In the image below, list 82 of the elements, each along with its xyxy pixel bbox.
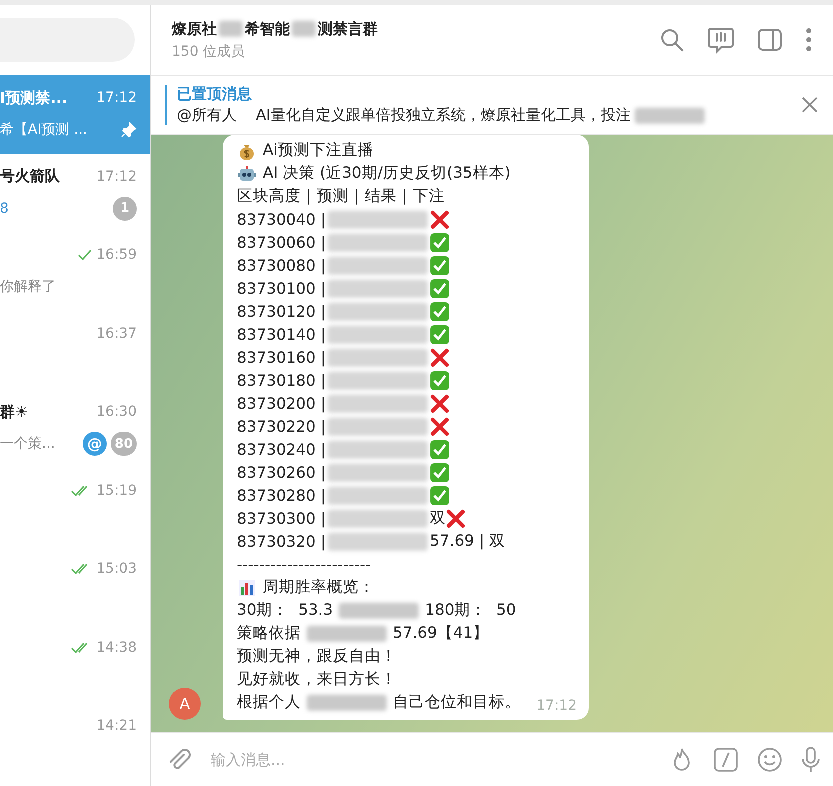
message-text: Ai预测下注直播 [263, 140, 374, 161]
message-text: 周期胜率概览： [263, 577, 375, 598]
chat-item[interactable]: 16:59 你解释了 [0, 232, 150, 310]
command-icon[interactable] [713, 746, 739, 772]
pinned-text: @所有人 AI量化自定义跟单倍投独立系统，燎原社量化工具，投注 [177, 106, 631, 125]
chat-item[interactable]: 14:38 [0, 624, 150, 703]
chat-item[interactable]: 14:21 [0, 703, 150, 782]
chat-time: 16:59 [96, 247, 137, 264]
table-row-text: 83730160 | [237, 348, 326, 366]
chat-title: I预测禁... [0, 88, 68, 108]
message-text: 区块高度｜预测｜结果｜下注 [237, 186, 445, 207]
table-row-text: 83730180 | [237, 372, 326, 390]
message-text: 30期： 53.3 [237, 600, 334, 621]
blurred-text [219, 21, 243, 37]
member-count: 150 位成员 [172, 42, 246, 60]
chat-time: 16:30 [96, 404, 137, 420]
table-row-text: 57.69 | 双 [430, 531, 506, 552]
smiley-icon[interactable] [757, 746, 783, 772]
unread-badge: 80 [110, 432, 137, 456]
message-text: 自己仓位和目标。 [393, 692, 521, 713]
microphone-icon[interactable] [801, 746, 821, 774]
chat-time: 16:37 [96, 326, 137, 342]
chat-title: 群☀ [0, 402, 28, 422]
message-text: AI 决策 (近30期/历史反切(35样本) [263, 163, 511, 184]
table-row-text: 83730140 | [237, 326, 326, 344]
sidebar-panel-icon[interactable] [757, 27, 783, 53]
chat-item[interactable]: I预测禁... 17:12 希【AI预测 ... [0, 75, 150, 154]
bar-chart-icon [237, 578, 257, 598]
mention-badge: @ [82, 432, 107, 456]
table-row-text: 83730220 | [237, 418, 326, 436]
chat-item[interactable]: 号火箭队 17:12 8 1 [0, 154, 150, 232]
avatar[interactable]: A [169, 688, 201, 720]
chat-item[interactable]: 15:03 [0, 546, 150, 624]
table-row-text: 83730040 | [237, 210, 326, 228]
table-row-text: 双 [430, 508, 446, 529]
chat-time: 15:19 [96, 482, 137, 499]
message-text: ------------------------ [237, 556, 372, 574]
message-text: 见好就收，来日方长！ [237, 669, 397, 690]
blurred-text [292, 21, 316, 37]
chat-time: 14:38 [96, 640, 137, 656]
blurred-text [634, 108, 705, 124]
pinned-label: 已置顶消息 [177, 85, 253, 104]
unread-badge: 1 [113, 196, 137, 221]
table-row-text: 83730320 | [237, 532, 326, 550]
chat-title: 燎原社 [172, 20, 217, 38]
close-icon[interactable] [801, 96, 819, 114]
chat-preview: 一个策... [0, 435, 56, 454]
chat-item[interactable]: 15:19 [0, 468, 150, 546]
message-text: 预测无神，跟反自由！ [237, 646, 397, 667]
chat-time: 15:03 [96, 561, 137, 578]
table-row-text: 83730280 | [237, 486, 326, 504]
pinned-message[interactable]: 已置顶消息 @所有人 AI量化自定义跟单倍投独立系统，燎原社量化工具，投注 [165, 85, 705, 125]
chat-preview: 希【AI预测 ... [0, 121, 88, 140]
more-icon[interactable] [805, 27, 813, 53]
table-row-text: 83730240 | [237, 440, 326, 458]
chat-title: 测禁言群 [318, 20, 378, 38]
paperclip-icon[interactable] [167, 746, 191, 772]
table-row-text: 83730260 | [237, 464, 326, 482]
robot-icon [237, 164, 257, 184]
table-row-text: 83730300 | [237, 510, 326, 528]
chat-preview: 8 [0, 200, 9, 217]
table-row-text: 83730080 | [237, 256, 326, 274]
chat-preview: 你解释了 [0, 278, 56, 296]
message-time: 17:12 [536, 698, 577, 714]
chat-title: 号火箭队 [0, 167, 60, 186]
table-row-text: 83730060 | [237, 234, 326, 252]
chat-time: 14:21 [96, 718, 137, 734]
message-text: 57.69【41】 [393, 623, 490, 644]
chat-title: 希智能 [245, 20, 290, 38]
message-input[interactable]: 输入消息... [209, 750, 651, 770]
chat-time: 17:12 [96, 168, 137, 185]
table-row-text: 83730120 | [237, 302, 326, 320]
table-row-text: 83730100 | [237, 280, 326, 298]
message-text: 根据个人 [237, 692, 301, 713]
message-text: 180期： 50 [425, 600, 516, 621]
chat-bubble-icon[interactable] [707, 26, 735, 54]
chat-item[interactable]: 16:37 [0, 310, 150, 389]
chat-item[interactable]: 群☀ 16:30 一个策... @ 80 [0, 389, 150, 468]
message-text: 策略依据 [237, 623, 301, 644]
table-row-text: 83730200 | [237, 394, 326, 412]
search-icon[interactable] [659, 27, 685, 53]
chat-time: 17:12 [96, 90, 137, 106]
